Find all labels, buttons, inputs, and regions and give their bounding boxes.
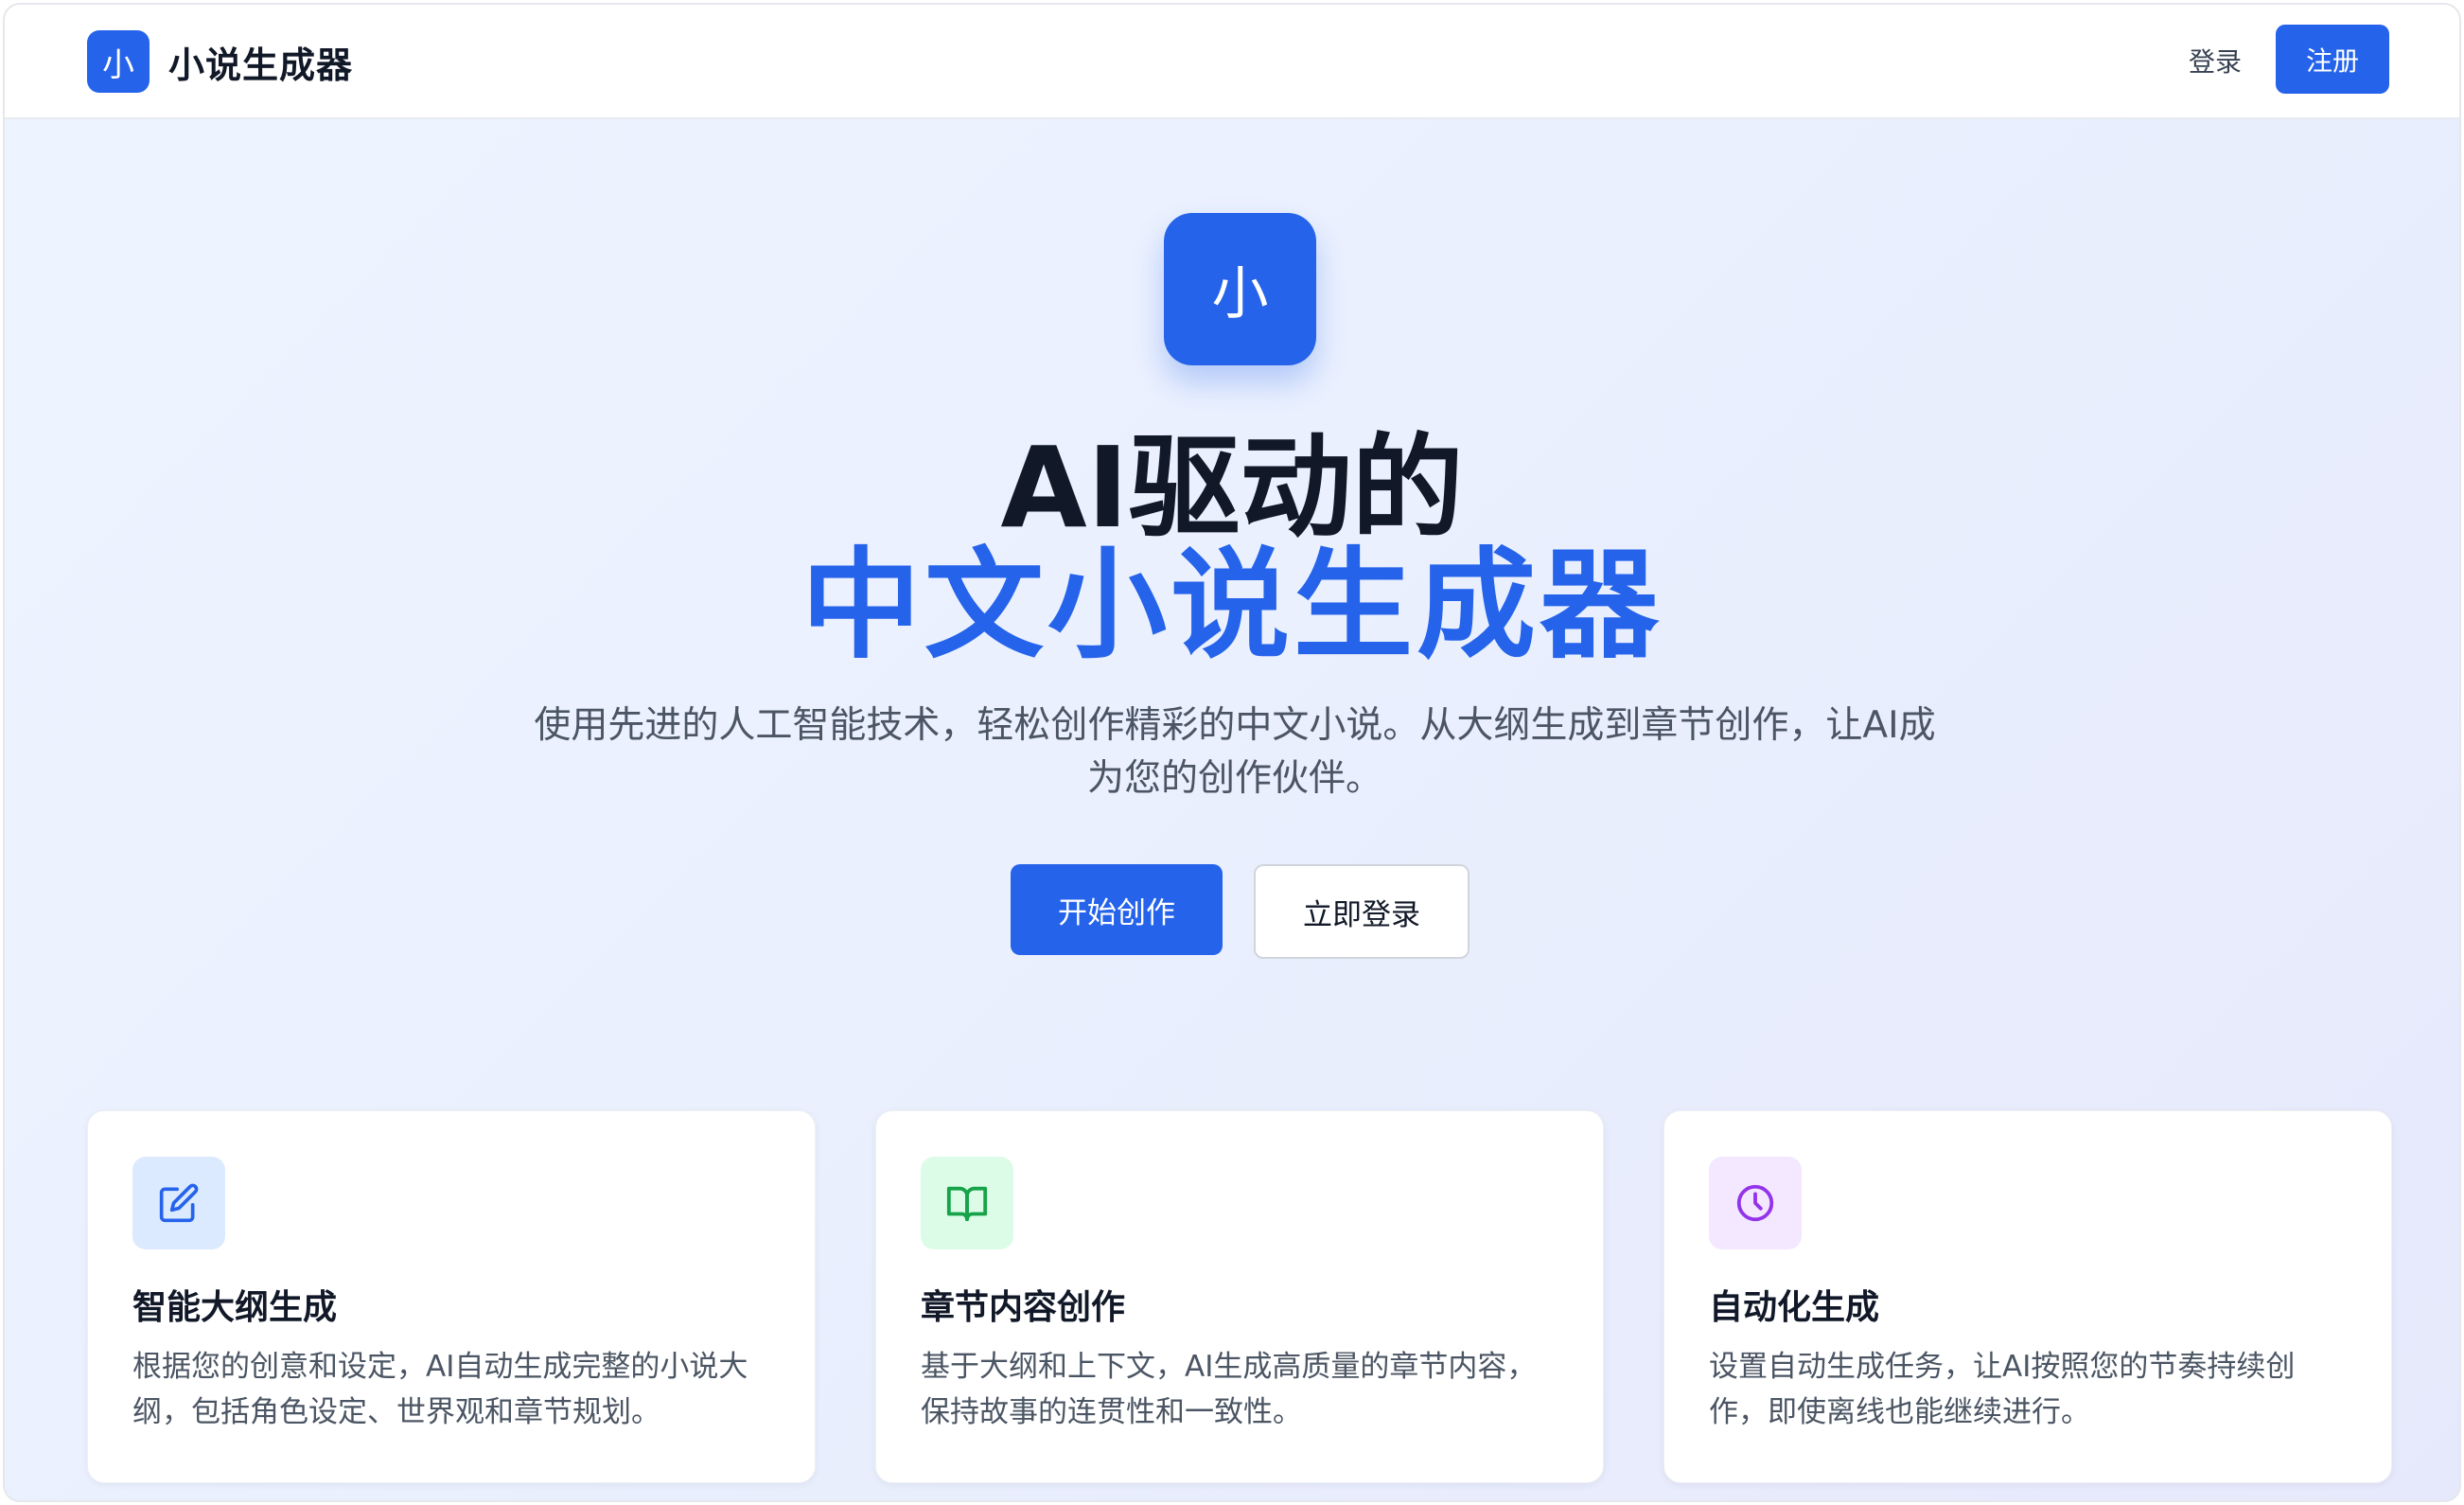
edit-icon (132, 1157, 225, 1249)
page: 小 小说生成器 登录 注册 小 AI驱动的 中文小说生成器 使用先进的人工智能技… (3, 3, 2461, 1502)
hero-description-line1: 使用先进的人工智能技术，轻松创作精彩的中文小说。从大纲生成到章节创作，让AI成 (534, 704, 1936, 747)
feature-description-line2: 保持故事的连贯性和一致性。 (921, 1395, 1302, 1429)
top-navbar: 小 小说生成器 登录 注册 (5, 5, 2459, 119)
feature-description: 基于大纲和上下文，AI生成高质量的章节内容， 保持故事的连贯性和一致性。 (921, 1344, 1574, 1435)
hero-logo: 小 (1164, 213, 1316, 365)
hero-description-line2: 为您的创作伙伴。 (1086, 757, 1382, 800)
brand-name: 小说生成器 (168, 44, 354, 86)
feature-description-line2: 作，即使离线也能继续进行。 (1709, 1395, 2090, 1429)
feature-card-automation: 自动化生成 设置自动生成任务，让AI按照您的节奏持续创 作，即使离线也能继续进行… (1663, 1110, 2392, 1483)
brand-logo: 小 (87, 30, 150, 93)
brand[interactable]: 小 小说生成器 (87, 30, 353, 93)
feature-description: 设置自动生成任务，让AI按照您的节奏持续创 作，即使离线也能继续进行。 (1709, 1344, 2362, 1435)
book-open-icon (921, 1157, 1013, 1249)
feature-card-outline: 智能大纲生成 根据您的创意和设定，AI自动生成完整的小说大 纲，包括角色设定、世… (87, 1110, 816, 1483)
hero-title-line1: AI驱动的 (1000, 422, 1464, 553)
feature-card-chapter: 章节内容创作 基于大纲和上下文，AI生成高质量的章节内容， 保持故事的连贯性和一… (875, 1110, 1604, 1483)
feature-description-line2: 纲，包括角色设定、世界观和章节规划。 (132, 1395, 660, 1429)
feature-title: 自动化生成 (1709, 1288, 1880, 1327)
feature-description-line1: 根据您的创意和设定，AI自动生成完整的小说大 (132, 1350, 748, 1384)
login-button[interactable]: 登录 (2189, 41, 2242, 84)
start-creating-button[interactable]: 开始创作 (1011, 864, 1223, 955)
feature-title: 章节内容创作 (921, 1288, 1126, 1327)
feature-description: 根据您的创意和设定，AI自动生成完整的小说大 纲，包括角色设定、世界观和章节规划… (132, 1344, 785, 1435)
hero-title-line2: 中文小说生成器 (801, 536, 1663, 675)
feature-description-line1: 设置自动生成任务，让AI按照您的节奏持续创 (1709, 1350, 2296, 1384)
register-button[interactable]: 注册 (2276, 25, 2389, 94)
hero-description: 使用先进的人工智能技术，轻松创作精彩的中文小说。从大纲生成到章节创作，让AI成 … (497, 699, 1973, 806)
feature-description-line1: 基于大纲和上下文，AI生成高质量的章节内容， (921, 1350, 1537, 1384)
login-now-button[interactable]: 立即登录 (1254, 864, 1470, 959)
feature-title: 智能大纲生成 (132, 1288, 338, 1327)
clock-icon (1709, 1157, 1802, 1249)
